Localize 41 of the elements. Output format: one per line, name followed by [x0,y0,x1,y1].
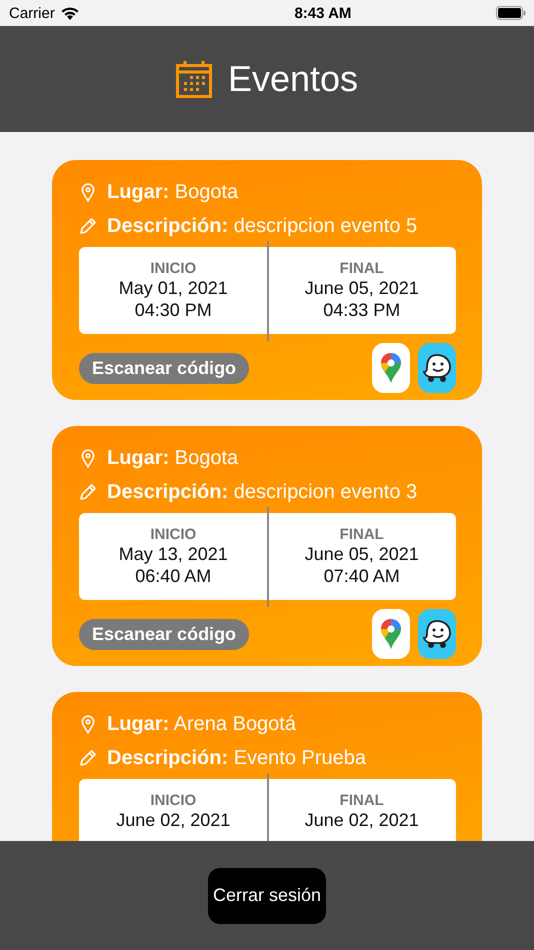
page-title: Eventos [228,58,358,100]
scan-code-button[interactable]: Escanear código [79,618,250,650]
description-text: Descripción: descripcion evento 3 [107,480,418,504]
date-label: FINAL [340,526,384,543]
location-pin-icon [79,714,97,734]
date-text: June 02, 2021 [116,809,230,831]
date-text: May 01, 2021 [118,277,228,299]
date-label: INICIO [150,260,196,277]
location-pin-icon [79,448,97,468]
date-text: June 05, 2021 [304,543,419,565]
calendar-icon [176,60,212,98]
place-text: Lugar: Bogota [107,180,238,204]
description-text: Descripción: descripcion evento 5 [107,214,418,238]
location-pin-icon [79,182,97,202]
date-label: INICIO [150,526,196,543]
time-text: 04:30 PM [134,299,212,321]
date-label: INICIO [150,792,196,809]
place-text: Lugar: Arena Bogotá [107,712,296,736]
pencil-icon [79,749,97,767]
smiley-app-icon[interactable] [418,343,456,393]
battery-icon [496,6,526,20]
map-pin-app-icon[interactable] [372,343,410,393]
logout-button[interactable]: Cerrar sesión [208,868,326,924]
wifi-icon [60,6,80,20]
carrier-name: Carrier [9,4,55,22]
date-label: FINAL [340,260,384,277]
time-text: 04:33 PM [323,299,400,321]
pencil-icon [79,217,97,235]
scan-code-button[interactable]: Escanear código [79,352,250,384]
place-text: Lugar: Bogota [107,446,238,470]
date-text: June 05, 2021 [304,277,419,299]
date-text: May 13, 2021 [118,543,228,565]
date-text: June 02, 2021 [304,809,419,831]
smiley-app-icon[interactable] [418,609,456,659]
status-time: 8:43 AM [294,4,352,22]
time-text: 07:40 AM [324,565,400,587]
description-text: Descripción: Evento Prueba [107,746,366,770]
date-label: FINAL [340,792,384,809]
pencil-icon [79,483,97,501]
time-text: 06:40 AM [135,565,212,587]
map-pin-app-icon[interactable] [372,609,410,659]
